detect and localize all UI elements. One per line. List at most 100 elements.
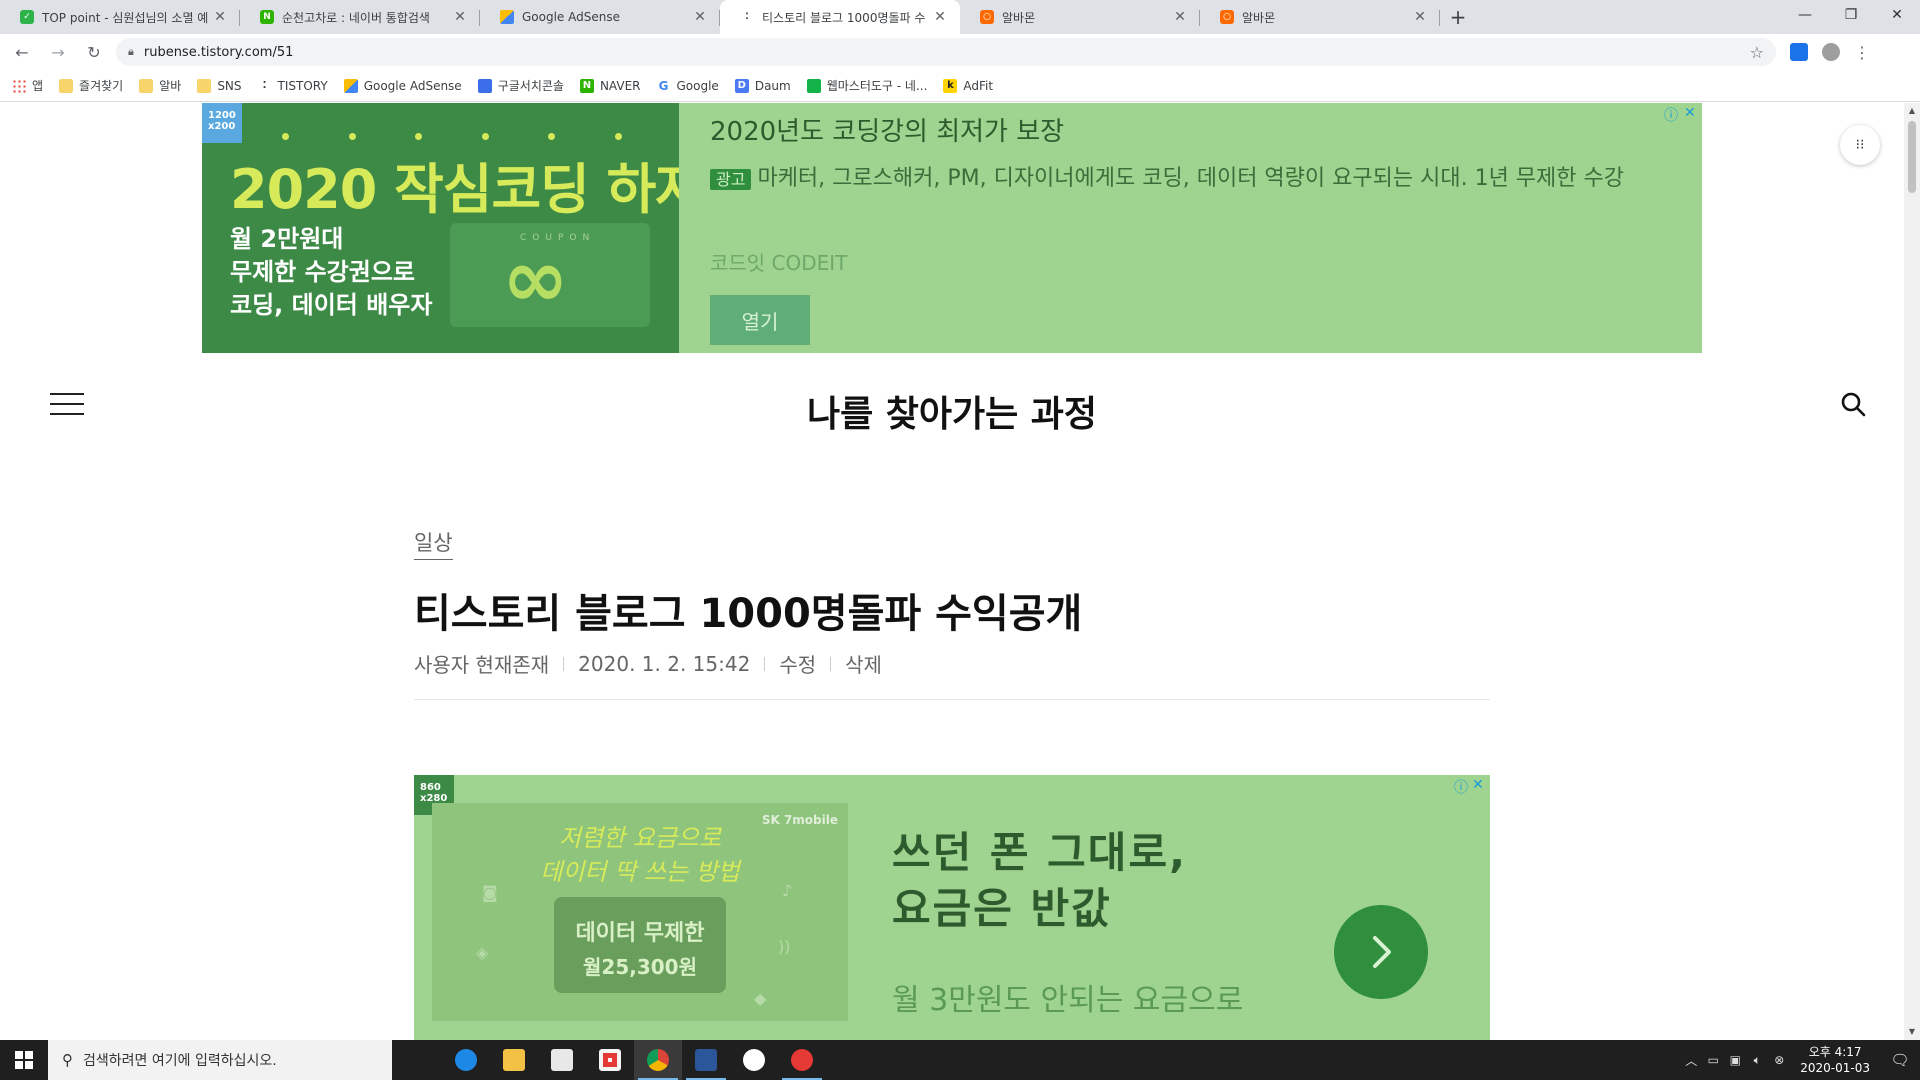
ad-image: SK 7mobile 저렴한 요금으로 데이터 딱 쓰는 방법 데이터 무제한 … [432,803,848,1021]
maximize-button[interactable]: ❐ [1828,0,1874,30]
taskbar-store[interactable] [538,1040,586,1080]
tab-title: 순천고차로 : 네이버 통합검색 [282,10,430,25]
new-tab-button[interactable]: + [1440,0,1476,34]
close-icon[interactable]: ✕ [1172,9,1188,25]
bookmark-sns[interactable]: SNS [197,78,242,93]
vertical-scrollbar[interactable]: ▲ ▼ [1904,103,1920,1040]
post-category-link[interactable]: 일상 [414,527,453,560]
ad-subtext: 월 3만원도 안되는 요금으로 [892,983,1244,1018]
post-divider [414,699,1490,700]
ad-close-icon[interactable]: ✕ [1684,105,1696,121]
ad-info-icon[interactable]: ⓘ [1454,777,1468,797]
ad-image-line: 월 2만원대 [230,225,344,253]
notification-center-icon[interactable]: 🗨︎ [1880,1040,1920,1080]
extension-icon[interactable] [1790,43,1808,61]
bookmark-label: 웹마스터도구 - 네... [826,79,928,93]
bookmark-star-icon[interactable]: ☆ [1750,43,1764,62]
close-icon[interactable]: ✕ [932,9,948,25]
taskbar-photos[interactable] [730,1040,778,1080]
menu-kebab-icon[interactable]: ⋮ [1848,38,1876,66]
scrollbar-thumb[interactable] [1908,121,1916,193]
bookmark-webmaster[interactable]: 웹마스터도구 - 네... [806,77,928,94]
taskbar-file-explorer[interactable] [490,1040,538,1080]
scroll-down-icon[interactable]: ▼ [1904,1024,1920,1040]
bookmark-google[interactable]: G Google [657,79,719,93]
bookmark-naver[interactable]: N NAVER [579,78,641,93]
edit-link[interactable]: 수정 [779,649,816,678]
search-icon: ⚲ [62,1051,73,1069]
forward-button[interactable]: → [44,38,72,66]
ad-image-line: 저렴한 요금으로 [558,824,722,852]
browser-toolbar: ← → ↻ 🔒︎ rubense.tistory.com/51 ☆ ⋮ [0,34,1920,70]
ad-advertiser: 코드잇 CODEIT [710,251,848,275]
apps-icon [12,78,26,93]
ad-info-icon[interactable]: ⓘ [1664,105,1678,125]
close-icon[interactable]: ✕ [1412,9,1428,25]
ad-close-icon[interactable]: ✕ [1472,777,1484,793]
search-icon[interactable] [1840,391,1866,417]
blog-title[interactable]: 나를 찾아가는 과정 [0,385,1904,437]
tab-naver-search[interactable]: N 순천고차로 : 네이버 통합검색 ✕ [240,0,480,34]
close-icon[interactable]: ✕ [692,9,708,25]
post-date: 2020. 1. 2. 15:42 [578,651,751,676]
taskbar-search-box[interactable]: ⚲ 검색하려면 여기에 입력하십시오. [48,1040,392,1080]
coupon-graphic: COUPON ∞ [450,223,650,327]
bookmark-label: 즐겨찾기 [79,79,124,93]
adsense-icon [343,78,358,93]
bookmark-label: Daum [754,78,791,93]
ad-headline: 2020년도 코딩강의 최저가 보장 [710,117,1065,147]
window-close-button[interactable]: ✕ [1874,0,1920,30]
bookmark-alba[interactable]: 알바 [139,77,181,94]
decor-dots [282,133,622,140]
taskbar-word[interactable] [682,1040,730,1080]
naver-icon: N [579,78,594,93]
scroll-up-icon[interactable]: ▲ [1904,103,1920,119]
bookmark-favorites[interactable]: 즐겨찾기 [59,77,123,94]
reload-button[interactable]: ↻ [80,38,108,66]
tab-albamon-2[interactable]: ○ 알바몬 ✕ [1200,0,1440,34]
delete-link[interactable]: 삭제 [845,649,882,678]
start-button[interactable] [0,1040,48,1080]
tab-google-adsense[interactable]: Google AdSense ✕ [480,0,720,34]
tistory-icon: ⁚ [745,12,749,22]
tab-top-point[interactable]: ✓ TOP point - 심원섭님의 소멸 예 ✕ [0,0,240,34]
bookmark-apps[interactable]: 앱 [12,77,43,94]
taskbar-chrome[interactable] [634,1040,682,1080]
tab-title: 알바몬 [1242,10,1276,25]
bookmark-search-console[interactable]: 구글서치콘솔 [477,77,564,94]
address-bar[interactable]: 🔒︎ rubense.tistory.com/51 ☆ [116,38,1776,66]
bookmark-adsense[interactable]: Google AdSense [343,78,462,93]
ad-arrow-button[interactable] [1334,905,1428,999]
tab-albamon-1[interactable]: ○ 알바몬 ✕ [960,0,1200,34]
back-button[interactable]: ← [8,38,36,66]
profile-avatar[interactable] [1822,43,1840,61]
taskbar-app[interactable] [778,1040,826,1080]
lock-icon: 🔒︎ [128,45,134,58]
bookmark-label: Google [676,78,719,93]
battery-icon[interactable]: ▭ [1702,1053,1724,1067]
bookmark-label: NAVER [599,78,641,93]
status-icon[interactable]: ⊗ [1768,1053,1790,1067]
network-icon[interactable]: ▣ [1724,1053,1746,1067]
bookmark-daum[interactable]: D Daum [734,78,791,93]
top-banner-ad[interactable]: 1200 x200 2020 작심코딩 하자 월 2만원대 무제한 수강권으로 … [202,103,1702,353]
floating-menu-button[interactable]: ⁝⁝ [1840,125,1880,165]
post-meta: 사용자 현재존재 2020. 1. 2. 15:42 수정 삭제 [414,649,882,678]
taskbar-search-placeholder: 검색하려면 여기에 입력하십시오. [83,1053,277,1069]
minimize-button[interactable]: — [1782,0,1828,30]
bookmark-tistory[interactable]: ⁚ TISTORY [258,79,328,93]
close-icon[interactable]: ✕ [452,9,468,25]
bookmark-label: 앱 [32,79,44,93]
volume-icon[interactable]: 🔈︎ [1746,1053,1768,1068]
close-icon[interactable]: ✕ [212,9,228,25]
taskbar-edge[interactable] [442,1040,490,1080]
in-article-ad[interactable]: 860 x280 SK 7mobile 저렴한 요금으로 데이터 딱 쓰는 방법… [414,775,1490,1040]
tab-tistory-active[interactable]: ⁚ 티스토리 블로그 1000명돌파 수 ✕ [720,0,960,34]
ad-open-button[interactable]: 열기 [710,295,810,345]
taskbar-clock[interactable]: 오후 4:17 2020-01-03 [1800,1044,1870,1076]
bookmark-adfit[interactable]: k AdFit [943,78,993,93]
edge-icon [455,1049,477,1071]
ad-image-text: 월 2만원대 무제한 수강권으로 코딩, 데이터 배우자 [230,223,432,322]
taskbar-recorder[interactable] [586,1040,634,1080]
chevron-up-icon[interactable]: ︿ [1680,1052,1702,1069]
